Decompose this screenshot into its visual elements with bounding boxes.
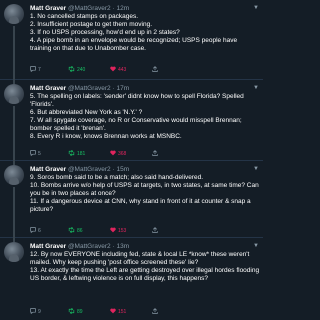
share-icon [152,66,158,72]
share-button[interactable] [152,308,160,316]
retweet-count: 240 [77,67,86,73]
share-icon [152,227,158,233]
like-button[interactable]: 368 [110,150,126,158]
tweet-line: 3. If no USPS processing, how'd end up i… [30,29,180,36]
retweet-count: 181 [77,151,86,157]
heart-icon [110,227,116,233]
timestamp[interactable]: 15m [116,166,129,173]
tweet-line: 10. Bombs arrive w/o help of USPS at tar… [30,182,259,197]
chevron-down-icon[interactable]: ▼ [253,84,259,93]
retweet-count: 86 [77,228,83,234]
author-handle[interactable]: @MattGraver2 [68,5,111,12]
heart-icon [110,150,116,156]
heart-icon [110,66,116,72]
reply-button[interactable]: 5 [30,150,41,158]
tweet-line: 11. If a dangerous device at CNN, why st… [30,198,251,213]
retweet-button[interactable]: 181 [68,149,86,158]
author-handle[interactable]: @MattGraver2 [68,166,111,173]
tweet-body: 12. By now EVERYONE including fed, state… [30,251,260,283]
reply-icon [30,150,36,157]
tweet-header: Matt Graver @MattGraver2 · 17m ▼ [30,84,259,93]
reply-button[interactable]: 9 [30,308,41,316]
like-count: 153 [118,228,127,234]
like-button[interactable]: 153 [110,227,126,235]
tweet-body: 1. No cancelled stamps on packages. 2. I… [30,13,260,53]
thread-connector [13,106,15,161]
chevron-down-icon[interactable]: ▼ [253,242,259,251]
tweet-line: 8. Every R i know, knows Brennan works a… [30,133,182,140]
thread-connector [13,187,15,238]
reply-icon [30,308,36,315]
tweet-body: 5. The spelling on labels: 'sender' didn… [30,93,260,141]
reply-icon [30,227,36,234]
share-button[interactable] [152,150,160,158]
retweet-button[interactable]: 86 [68,226,83,235]
author-name[interactable]: Matt Graver [30,5,66,12]
reply-count: 7 [38,67,41,73]
tweet-header: Matt Graver @MattGraver2 · 15m ▼ [30,165,259,174]
tweet-line: 6. But abbreviated New York as 'N.Y.' ? [30,109,143,116]
chevron-down-icon[interactable]: ▼ [253,4,259,13]
retweet-count: 89 [77,309,83,315]
reply-button[interactable]: 6 [30,227,41,235]
retweet-button[interactable]: 89 [68,307,83,316]
avatar[interactable] [4,242,24,262]
share-button[interactable] [152,66,160,74]
avatar[interactable] [4,84,24,104]
author-name[interactable]: Matt Graver [30,85,66,92]
tweet-thread: Matt Graver @MattGraver2 · 12m ▼ 1. No c… [0,0,263,320]
timestamp[interactable]: 17m [116,85,129,92]
timestamp-separator: · [112,166,115,173]
tweet-line: 7. W all spygate coverage, no R or Conse… [30,117,242,132]
author-name[interactable]: Matt Graver [30,166,66,173]
share-icon [152,150,158,156]
retweet-icon [68,149,75,157]
tweet[interactable]: Matt Graver @MattGraver2 · 17m ▼ 5. The … [0,80,263,161]
heart-icon [110,308,116,314]
reply-count: 6 [38,228,41,234]
tweet[interactable]: Matt Graver @MattGraver2 · 13m ▼ 12. By … [0,238,263,320]
tweet-line: 13. At exactly the time the Left are get… [30,267,260,282]
tweet-line: 5. The spelling on labels: 'sender' didn… [30,93,244,108]
like-button[interactable]: 151 [110,308,126,316]
thread-connector [13,26,15,80]
timestamp-separator: · [112,243,115,250]
tweet-line: 1. No cancelled stamps on packages. [30,13,139,20]
share-icon [152,308,158,314]
tweet-line: 4. A pipe bomb in an envelope would be r… [30,37,238,52]
retweet-icon [68,307,75,315]
avatar[interactable] [4,4,24,24]
timestamp[interactable]: 12m [116,5,129,12]
like-count: 368 [118,151,127,157]
retweet-button[interactable]: 240 [68,65,86,74]
timestamp-separator: · [112,5,115,12]
author-handle[interactable]: @MattGraver2 [68,85,111,92]
timestamp-separator: · [112,85,115,92]
timestamp[interactable]: 13m [116,243,129,250]
share-button[interactable] [152,227,160,235]
like-count: 443 [118,67,127,73]
tweet-line: 2. Insufficient postage to get them movi… [30,21,153,28]
tweet-body: 9. Soros bomb said to be a match; also s… [30,174,260,214]
author-name[interactable]: Matt Graver [30,243,66,250]
tweet[interactable]: Matt Graver @MattGraver2 · 15m ▼ 9. Soro… [0,161,263,238]
retweet-icon [68,226,75,234]
reply-count: 9 [38,309,41,315]
like-button[interactable]: 443 [110,66,126,74]
tweet-line: 9. Soros bomb said to be a match; also s… [30,174,204,181]
reply-button[interactable]: 7 [30,66,41,74]
like-count: 151 [118,309,127,315]
reply-count: 5 [38,151,41,157]
avatar[interactable] [4,165,24,185]
tweet-line: 12. By now EVERYONE including fed, state… [30,251,250,266]
tweet-header: Matt Graver @MattGraver2 · 12m ▼ [30,4,259,13]
author-handle[interactable]: @MattGraver2 [68,243,111,250]
tweet-header: Matt Graver @MattGraver2 · 13m ▼ [30,242,259,251]
chevron-down-icon[interactable]: ▼ [253,165,259,174]
retweet-icon [68,65,75,73]
reply-icon [30,66,36,73]
tweet[interactable]: Matt Graver @MattGraver2 · 12m ▼ 1. No c… [0,0,263,80]
